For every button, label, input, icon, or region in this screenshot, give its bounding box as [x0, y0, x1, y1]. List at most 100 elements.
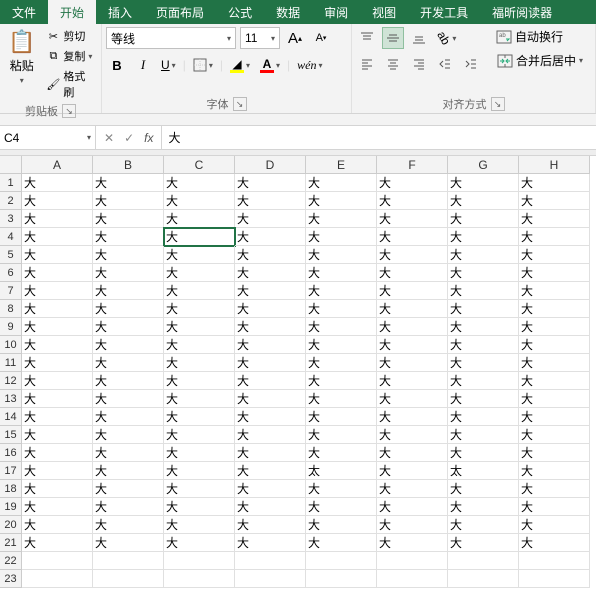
- cell[interactable]: 大: [22, 264, 93, 282]
- cell[interactable]: 大: [377, 210, 448, 228]
- cell[interactable]: 大: [164, 336, 235, 354]
- cell[interactable]: 大: [306, 408, 377, 426]
- cell[interactable]: 大: [377, 516, 448, 534]
- cell[interactable]: 大: [448, 210, 519, 228]
- cell[interactable]: [377, 552, 448, 570]
- cell[interactable]: 大: [448, 498, 519, 516]
- cell[interactable]: 大: [235, 390, 306, 408]
- cut-button[interactable]: ✂ 剪切: [43, 27, 97, 45]
- cell[interactable]: 大: [164, 282, 235, 300]
- row-header[interactable]: 5: [0, 246, 22, 264]
- cell[interactable]: 大: [519, 246, 590, 264]
- cell[interactable]: 大: [519, 300, 590, 318]
- cell[interactable]: 大: [377, 408, 448, 426]
- cell[interactable]: 大: [519, 516, 590, 534]
- cell[interactable]: 大: [235, 534, 306, 552]
- cell[interactable]: 大: [22, 246, 93, 264]
- cell[interactable]: 大: [519, 498, 590, 516]
- column-header[interactable]: A: [22, 156, 93, 174]
- cell[interactable]: 大: [306, 480, 377, 498]
- cell[interactable]: 大: [448, 264, 519, 282]
- decrease-indent-button[interactable]: [434, 53, 456, 75]
- cell[interactable]: 大: [22, 300, 93, 318]
- font-name-select[interactable]: 等线 ▾: [106, 27, 236, 49]
- cell[interactable]: 大: [448, 372, 519, 390]
- cell[interactable]: 大: [306, 264, 377, 282]
- align-middle-button[interactable]: [382, 27, 404, 49]
- align-right-button[interactable]: [408, 53, 430, 75]
- column-header[interactable]: D: [235, 156, 306, 174]
- cell[interactable]: 大: [22, 498, 93, 516]
- cell[interactable]: 大: [377, 264, 448, 282]
- align-center-button[interactable]: [382, 53, 404, 75]
- cell[interactable]: 太: [306, 462, 377, 480]
- cell[interactable]: 大: [519, 354, 590, 372]
- cell[interactable]: 大: [22, 192, 93, 210]
- column-header[interactable]: B: [93, 156, 164, 174]
- cell[interactable]: 大: [22, 210, 93, 228]
- cell[interactable]: 大: [377, 390, 448, 408]
- row-header[interactable]: 7: [0, 282, 22, 300]
- cell[interactable]: 大: [519, 480, 590, 498]
- cell[interactable]: 大: [306, 444, 377, 462]
- row-header[interactable]: 4: [0, 228, 22, 246]
- cell[interactable]: 大: [448, 444, 519, 462]
- row-header[interactable]: 15: [0, 426, 22, 444]
- cell[interactable]: 大: [448, 192, 519, 210]
- cell[interactable]: 大: [519, 462, 590, 480]
- decrease-font-size-button[interactable]: A▾: [310, 27, 332, 49]
- cell[interactable]: [235, 552, 306, 570]
- cell[interactable]: 大: [377, 318, 448, 336]
- cell[interactable]: 大: [93, 264, 164, 282]
- cell[interactable]: [448, 570, 519, 588]
- cell[interactable]: 大: [519, 282, 590, 300]
- cell[interactable]: 大: [448, 408, 519, 426]
- cell[interactable]: 大: [519, 534, 590, 552]
- cell[interactable]: 大: [164, 534, 235, 552]
- phonetic-guide-button[interactable]: wén ▾: [294, 54, 325, 76]
- cell[interactable]: 大: [519, 264, 590, 282]
- cell[interactable]: [93, 552, 164, 570]
- cell[interactable]: 大: [164, 354, 235, 372]
- cell[interactable]: 大: [306, 282, 377, 300]
- cell[interactable]: 大: [93, 408, 164, 426]
- cell[interactable]: 大: [306, 336, 377, 354]
- cell[interactable]: 大: [93, 426, 164, 444]
- cell[interactable]: 大: [235, 282, 306, 300]
- cell[interactable]: 大: [448, 516, 519, 534]
- cell[interactable]: 大: [164, 246, 235, 264]
- cell[interactable]: 大: [22, 408, 93, 426]
- cell[interactable]: 大: [235, 174, 306, 192]
- formula-enter-button[interactable]: ✓: [124, 131, 134, 145]
- cell[interactable]: 大: [22, 174, 93, 192]
- cell[interactable]: 大: [93, 516, 164, 534]
- cell[interactable]: 大: [235, 426, 306, 444]
- cell[interactable]: [93, 570, 164, 588]
- column-header[interactable]: H: [519, 156, 590, 174]
- cell[interactable]: [519, 570, 590, 588]
- cell[interactable]: 大: [164, 480, 235, 498]
- cell[interactable]: [22, 570, 93, 588]
- cell[interactable]: 大: [164, 228, 235, 246]
- cell[interactable]: 大: [306, 516, 377, 534]
- cell[interactable]: 大: [235, 264, 306, 282]
- cell[interactable]: 大: [93, 300, 164, 318]
- cell[interactable]: 大: [235, 444, 306, 462]
- bold-button[interactable]: B: [106, 54, 128, 76]
- tab-foxit[interactable]: 福昕阅读器: [480, 0, 564, 24]
- cell[interactable]: 大: [164, 462, 235, 480]
- tab-formulas[interactable]: 公式: [216, 0, 264, 24]
- cell[interactable]: 大: [93, 534, 164, 552]
- row-header[interactable]: 1: [0, 174, 22, 192]
- cell[interactable]: 大: [22, 516, 93, 534]
- tab-page-layout[interactable]: 页面布局: [144, 0, 216, 24]
- row-header[interactable]: 12: [0, 372, 22, 390]
- cell[interactable]: 大: [235, 516, 306, 534]
- cell[interactable]: 大: [164, 390, 235, 408]
- cell[interactable]: 大: [93, 246, 164, 264]
- column-header[interactable]: F: [377, 156, 448, 174]
- cell[interactable]: 大: [377, 444, 448, 462]
- insert-function-button[interactable]: fx: [144, 131, 153, 145]
- cell[interactable]: 大: [22, 228, 93, 246]
- cell[interactable]: [377, 570, 448, 588]
